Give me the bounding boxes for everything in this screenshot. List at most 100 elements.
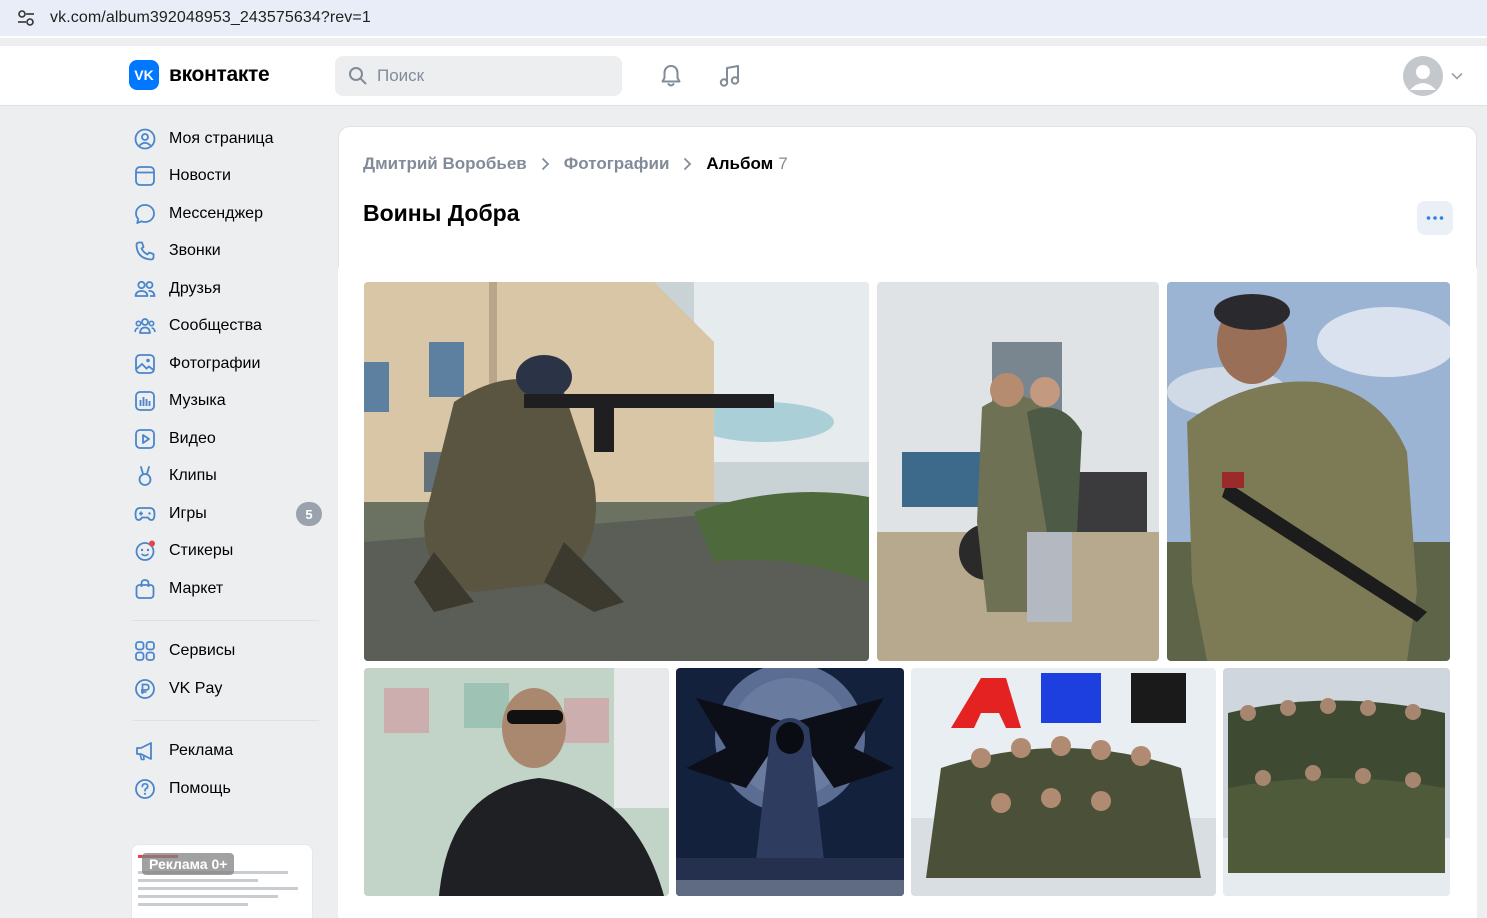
nav-services[interactable]: Сервисы [128, 633, 328, 671]
bell-icon[interactable] [657, 62, 685, 90]
nav-games[interactable]: Игры 5 [128, 495, 328, 533]
nav-clips[interactable]: Клипы [128, 458, 328, 496]
music-icon [133, 389, 157, 413]
logo-text: вконтакте [169, 63, 270, 86]
album-photo-count: 7 [778, 154, 788, 173]
profile-menu[interactable] [1403, 56, 1463, 96]
nav-stickers[interactable]: Стикеры [128, 533, 328, 571]
photo-thumbnail[interactable] [1223, 668, 1450, 896]
vk-logo[interactable]: VK вконтакте [129, 60, 270, 90]
nav-video[interactable]: Видео [128, 420, 328, 458]
message-icon [133, 202, 157, 226]
nav-label: VK Pay [169, 679, 223, 697]
ad-decor [138, 887, 298, 890]
photo-image [911, 668, 1216, 896]
search-input[interactable] [377, 66, 597, 86]
photos-icon [133, 352, 157, 376]
nav-label: Моя страница [169, 129, 274, 147]
nav-market[interactable]: Маркет [128, 570, 328, 608]
photo-image [364, 668, 669, 896]
nav-label: Друзья [169, 279, 221, 297]
photo-thumbnail[interactable] [364, 282, 869, 661]
nav-label: Фотографии [169, 354, 261, 372]
services-icon [133, 639, 157, 663]
more-dots-icon [1426, 216, 1444, 220]
more-options-button[interactable] [1417, 201, 1453, 235]
nav-news[interactable]: Новости [128, 158, 328, 196]
nav-friends[interactable]: Друзья [128, 270, 328, 308]
nav-vkpay[interactable]: VK Pay [128, 670, 328, 708]
nav-label: Звонки [169, 242, 221, 260]
nav-music[interactable]: Музыка [128, 383, 328, 421]
nav-label: Игры [169, 504, 207, 522]
nav-label: Маркет [169, 579, 224, 597]
nav-advertising[interactable]: Реклама [128, 733, 328, 771]
breadcrumb-owner[interactable]: Дмитрий Воробьев [363, 154, 527, 174]
chevron-right-icon [684, 157, 692, 171]
nav-communities[interactable]: Сообщества [128, 308, 328, 346]
nav-divider [133, 719, 319, 721]
ad-decor [138, 895, 278, 898]
nav-label: Помощь [169, 779, 231, 797]
nav-label: Видео [169, 429, 216, 447]
photo-thumbnail[interactable] [911, 668, 1216, 896]
photo-image [364, 282, 869, 661]
nav-messenger[interactable]: Мессенджер [128, 195, 328, 233]
avatar [1403, 56, 1443, 96]
nav-label: Клипы [169, 467, 217, 485]
photo-thumbnail[interactable] [877, 282, 1159, 661]
address-field[interactable]: vk.com/album392048953_243575634?rev=1 [0, 0, 1487, 36]
phone-icon [133, 239, 157, 263]
games-count-badge: 5 [296, 502, 322, 526]
nav-my-page[interactable]: Моя страница [128, 120, 328, 158]
photo-image [1223, 668, 1450, 896]
breadcrumb: Дмитрий Воробьев Фотографии Альбом 7 [363, 154, 788, 174]
market-icon [133, 577, 157, 601]
nav-calls[interactable]: Звонки [128, 233, 328, 271]
clips-icon [133, 464, 157, 488]
photo-thumbnail[interactable] [1167, 282, 1450, 661]
search-icon [349, 67, 367, 85]
megaphone-icon [133, 739, 157, 763]
photo-image [676, 668, 904, 896]
nav-divider [133, 619, 319, 621]
left-nav: Моя страница Новости Мессенджер Звонки Д… [128, 120, 328, 808]
communities-icon [133, 314, 157, 338]
nav-label: Сервисы [169, 642, 236, 660]
nav-label: Сообщества [169, 317, 262, 335]
photo-thumbnail[interactable] [364, 668, 669, 896]
nav-label: Мессенджер [169, 204, 263, 222]
ad-decor [138, 879, 258, 882]
vk-logo-icon: VK [129, 60, 159, 90]
breadcrumb-current: Альбом [706, 154, 774, 173]
video-icon [133, 427, 157, 451]
search-box[interactable] [335, 56, 622, 96]
nav-photos[interactable]: Фотографии [128, 345, 328, 383]
stickers-icon [133, 539, 157, 563]
nav-help[interactable]: Помощь [128, 770, 328, 808]
help-icon [133, 777, 157, 801]
address-url[interactable]: vk.com/album392048953_243575634?rev=1 [50, 9, 371, 27]
nav-label: Реклама [169, 742, 234, 760]
top-header: VK вконтакте [0, 46, 1487, 106]
photo-thumbnail[interactable] [676, 668, 904, 896]
ad-banner[interactable]: Реклама 0+ [131, 844, 313, 918]
music-note-icon[interactable] [716, 62, 744, 90]
newsfeed-icon [133, 164, 157, 188]
vkpay-icon [133, 677, 157, 701]
friends-icon [133, 277, 157, 301]
user-circle-icon [133, 127, 157, 151]
nav-label: Музыка [169, 392, 226, 410]
nav-label: Стикеры [169, 542, 234, 560]
photo-image [1167, 282, 1450, 661]
ad-decor [138, 903, 248, 906]
album-title: Воины Добра [363, 200, 520, 226]
chevron-right-icon [541, 157, 550, 171]
ad-label: Реклама 0+ [142, 853, 235, 875]
chevron-down-icon [1451, 72, 1463, 80]
site-settings-icon[interactable] [16, 8, 36, 28]
photo-image [877, 282, 1159, 661]
games-icon [133, 502, 157, 526]
browser-address-bar: vk.com/album392048953_243575634?rev=1 [0, 0, 1487, 38]
breadcrumb-photos[interactable]: Фотографии [564, 154, 670, 174]
